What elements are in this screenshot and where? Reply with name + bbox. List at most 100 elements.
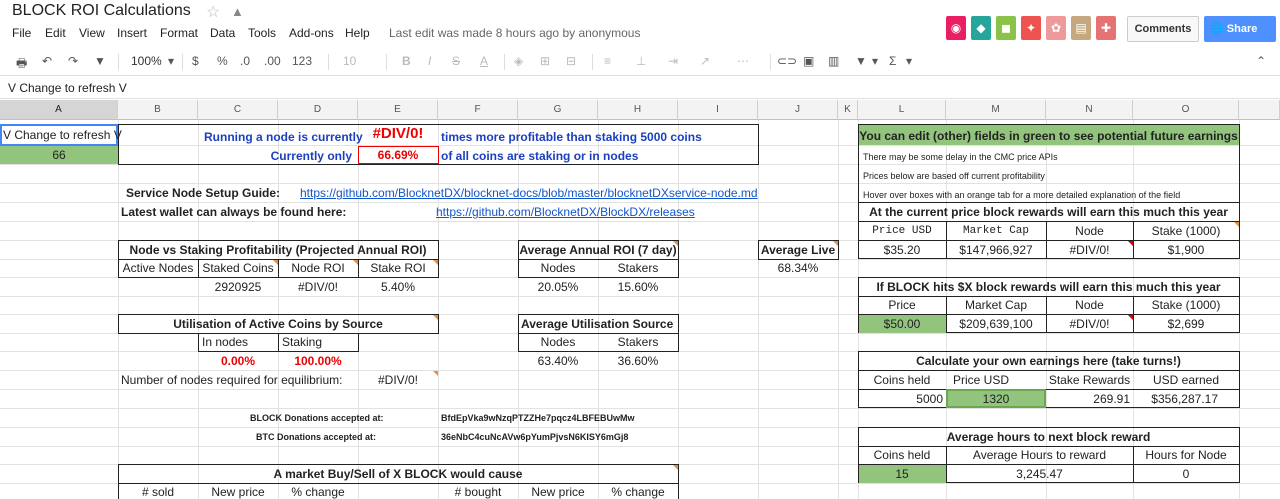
avg-util-stakers-cell[interactable]: 36.60% — [598, 352, 678, 370]
col-header-f[interactable]: F — [438, 100, 518, 120]
paint-format-icon[interactable]: ▼ — [94, 54, 106, 68]
comments-button[interactable]: Comments — [1127, 16, 1199, 42]
zoom-select[interactable]: 100% — [131, 54, 162, 68]
hours-node-cell[interactable]: 0 — [1133, 465, 1239, 483]
col-header-b[interactable]: B — [118, 100, 198, 120]
menu-file[interactable]: File — [12, 26, 31, 40]
borders-icon[interactable]: ⊞ — [540, 54, 550, 68]
col-header-g[interactable]: G — [518, 100, 598, 120]
menu-view[interactable]: View — [79, 26, 105, 40]
filter-icon[interactable]: ▼ — [855, 54, 867, 68]
last-edit-status[interactable]: Last edit was made 8 hours ago by anonym… — [389, 26, 640, 40]
menu-data[interactable]: Data — [210, 26, 235, 40]
more-formats-button[interactable]: 123 — [292, 54, 312, 68]
col-header-a[interactable]: A — [0, 100, 118, 120]
block-donation-address[interactable]: BfdEpVka9wNzqPTZZHe7pqcz4LBFEBUwMw — [441, 409, 635, 427]
col-header-n[interactable]: N — [1046, 100, 1133, 120]
addon-icon-1[interactable]: ◉ — [946, 16, 966, 40]
bold-icon[interactable]: B — [402, 54, 411, 68]
italic-icon[interactable]: I — [428, 54, 431, 68]
hits-price-cell[interactable]: $50.00 — [858, 315, 946, 333]
addon-icon-4[interactable]: ✦ — [1021, 16, 1041, 40]
decrease-decimal-button[interactable]: .0 — [240, 54, 250, 68]
col-header-h[interactable]: H — [598, 100, 678, 120]
functions-chevron-icon[interactable]: ▾ — [906, 54, 912, 68]
util-staking-cell[interactable]: 100.00% — [278, 352, 358, 370]
addon-icon-7[interactable]: ✚ — [1096, 16, 1116, 40]
menu-help[interactable]: Help — [345, 26, 370, 40]
fill-color-icon[interactable]: ◈ — [514, 54, 523, 68]
calc-coins-cell[interactable]: 5000 — [858, 390, 943, 408]
stake-roi-cell[interactable]: 5.40% — [358, 278, 438, 296]
currency-button[interactable]: $ — [192, 54, 199, 68]
current-node-cell[interactable]: #DIV/0! — [1046, 241, 1133, 259]
text-color-icon[interactable]: A — [480, 54, 488, 68]
increase-decimal-button[interactable]: .00 — [264, 54, 281, 68]
avg-live-cell[interactable]: 68.34% — [758, 259, 838, 277]
avg-util-nodes-cell[interactable]: 63.40% — [518, 352, 598, 370]
col-header-i[interactable]: I — [678, 100, 758, 120]
merge-cells-icon[interactable]: ⊟ — [566, 54, 576, 68]
col-header-c[interactable]: C — [198, 100, 278, 120]
text-rotation-icon[interactable]: ↗ — [700, 54, 710, 68]
calc-price-input[interactable]: 1320 — [946, 390, 1046, 408]
text-wrap-icon[interactable]: ⇥ — [668, 54, 678, 68]
refresh-value-cell[interactable]: 66 — [0, 146, 118, 164]
equilibrium-cell[interactable]: #DIV/0! — [358, 371, 438, 389]
functions-icon[interactable]: Σ — [889, 54, 896, 68]
calc-stake-rewards-cell[interactable]: 269.91 — [1046, 390, 1130, 408]
filter-chevron-icon[interactable]: ▾ — [872, 54, 878, 68]
hours-average-cell[interactable]: 3,245.47 — [946, 465, 1133, 483]
menu-format[interactable]: Format — [160, 26, 198, 40]
valign-icon[interactable]: ⊥ — [636, 54, 646, 68]
menu-tools[interactable]: Tools — [248, 26, 276, 40]
formula-bar-input[interactable]: V Change to refresh V — [8, 81, 127, 95]
drive-folder-icon[interactable]: ▲ — [231, 4, 244, 19]
util-nodes-cell[interactable]: 0.00% — [198, 352, 278, 370]
node-roi-cell[interactable]: #DIV/0! — [278, 278, 358, 296]
menu-edit[interactable]: Edit — [45, 26, 66, 40]
col-header-m[interactable]: M — [946, 100, 1046, 120]
calc-usd-cell[interactable]: $356,287.17 — [1133, 390, 1218, 408]
percent-button[interactable]: % — [217, 54, 228, 68]
btc-donation-address[interactable]: 36eNbC4cuNcAVw6pYumPjvsN6KISY6mGj8 — [441, 428, 628, 446]
current-stake-cell[interactable]: $1,900 — [1133, 241, 1239, 259]
menu-addons[interactable]: Add-ons — [289, 26, 334, 40]
link-icon[interactable]: ⊂⊃ — [777, 54, 797, 68]
zoom-chevron-icon[interactable]: ▾ — [168, 54, 174, 68]
col-header-k[interactable]: K — [838, 100, 858, 120]
staked-coins-cell[interactable]: 2920925 — [198, 278, 278, 296]
wallet-link[interactable]: https://github.com/BlocknetDX/BlockDX/re… — [436, 203, 695, 221]
col-header-l[interactable]: L — [858, 100, 946, 120]
star-icon[interactable]: ☆ — [206, 2, 220, 22]
avg-roi-stakers-cell[interactable]: 15.60% — [598, 278, 678, 296]
node-ratio-cell[interactable]: #DIV/0! — [358, 125, 438, 143]
undo-icon[interactable]: ↶ — [42, 54, 52, 68]
more-tools-icon[interactable]: ⋯ — [737, 54, 749, 68]
hits-stake-cell[interactable]: $2,699 — [1133, 315, 1239, 333]
guide-link[interactable]: https://github.com/BlocknetDX/blocknet-d… — [300, 184, 758, 202]
hits-mcap-cell[interactable]: $209,639,100 — [946, 315, 1046, 333]
current-mcap-cell[interactable]: $147,966,927 — [946, 241, 1046, 259]
print-icon[interactable]: 🖶 — [16, 54, 27, 75]
align-left-icon[interactable]: ≡ — [604, 54, 611, 68]
col-header-d[interactable]: D — [278, 100, 358, 120]
collapse-menu-icon[interactable]: ⌃ — [1256, 54, 1266, 68]
font-size-select[interactable]: 10 — [343, 54, 356, 68]
col-header-j[interactable]: J — [758, 100, 838, 120]
avg-roi-nodes-cell[interactable]: 20.05% — [518, 278, 598, 296]
staking-pct-cell[interactable]: 66.69% — [358, 146, 438, 164]
col-header-o[interactable]: O — [1133, 100, 1239, 120]
addon-icon-2[interactable]: ◆ — [971, 16, 991, 40]
current-price-cell[interactable]: $35.20 — [858, 241, 946, 259]
addon-icon-3[interactable]: ◼ — [996, 16, 1016, 40]
insert-comment-icon[interactable]: ▣ — [803, 54, 814, 68]
addon-icon-5[interactable]: ✿ — [1046, 16, 1066, 40]
strikethrough-icon[interactable]: S — [452, 54, 460, 68]
menu-insert[interactable]: Insert — [117, 26, 147, 40]
hits-node-cell[interactable]: #DIV/0! — [1046, 315, 1133, 333]
col-header-e[interactable]: E — [358, 100, 438, 120]
addon-icon-6[interactable]: ▤ — [1071, 16, 1091, 40]
insert-chart-icon[interactable]: ▥ — [828, 54, 839, 68]
share-button[interactable]: 🌐 Share — [1204, 16, 1276, 42]
